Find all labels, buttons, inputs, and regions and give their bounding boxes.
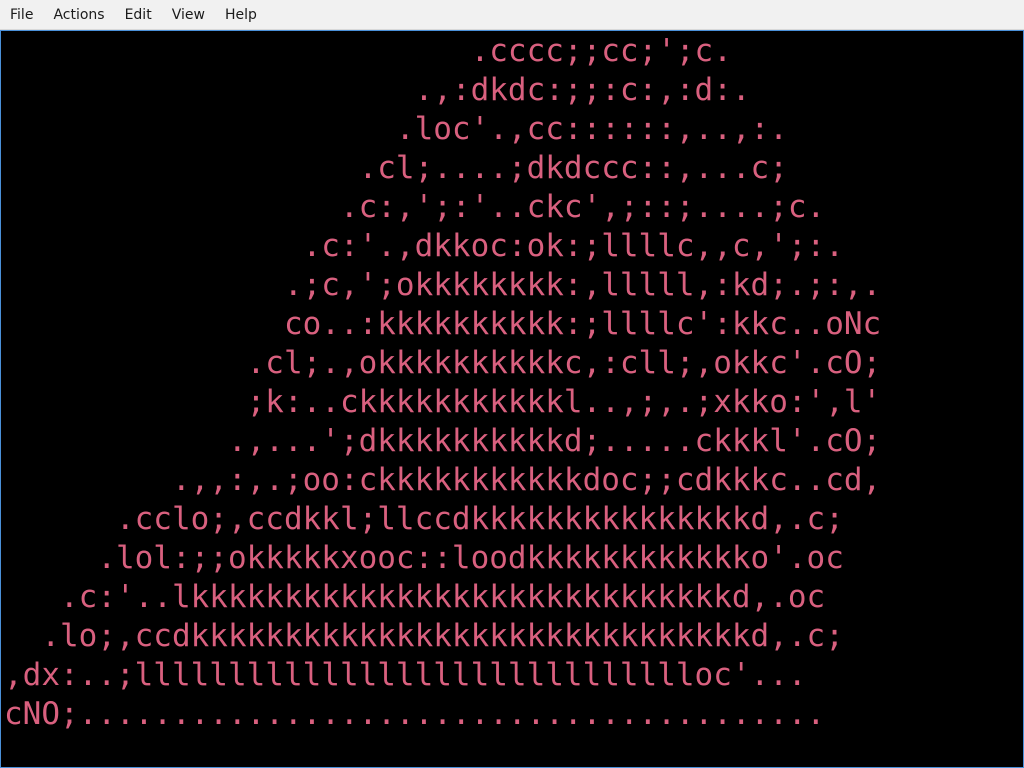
menu-view[interactable]: View: [162, 0, 215, 30]
terminal-line: ;k:..ckkkkkkkkkkkl..,;,.;xkko:',l': [4, 384, 882, 420]
terminal-line: .,:dkdc:;;:c:,:d:.: [4, 72, 751, 108]
terminal-line: .lol:;;okkkkkxooc::loodkkkkkkkkkkkko'.oc: [4, 540, 844, 576]
menu-actions[interactable]: Actions: [43, 0, 114, 30]
terminal-line: co..:kkkkkkkkkk:;llllc':kkc..oNc: [4, 306, 882, 342]
menu-edit[interactable]: Edit: [115, 0, 162, 30]
terminal-line: .cl;.,okkkkkkkkkkc,:cll;,okkc'.cO;: [4, 345, 882, 381]
menu-file[interactable]: File: [0, 0, 43, 30]
menu-help[interactable]: Help: [215, 0, 267, 30]
terminal-line: .loc'.,cc::::::,..,:.: [4, 111, 788, 147]
terminal-line: .cclo;,ccdkkl;llccdkkkkkkkkkkkkkkkd,.c;: [4, 501, 844, 537]
terminal-line: cNO;....................................…: [4, 696, 826, 732]
terminal-line: .c:'..lkkkkkkkkkkkkkkkkkkkkkkkkkkkkkd,.o…: [4, 579, 826, 615]
terminal-output[interactable]: .cccc;;cc;';c. .,:dkdc:;;:c:,:d:. .loc'.…: [0, 30, 1024, 768]
terminal-line: .,...';dkkkkkkkkkkd;.....ckkkl'.cO;: [4, 423, 882, 459]
terminal-line: .,,:,.;oo:ckkkkkkkkkkkdoc;;cdkkkc..cd,: [4, 462, 882, 498]
terminal-line: .c:,';:'..ckc',;::;....;c.: [4, 189, 826, 225]
menu-bar: File Actions Edit View Help: [0, 0, 1024, 30]
terminal-lines: .cccc;;cc;';c. .,:dkdc:;;:c:,:d:. .loc'.…: [1, 31, 1023, 767]
terminal-line: .;c,';okkkkkkkk:,lllll,:kd;.;:,.: [4, 267, 882, 303]
terminal-line: .cl;....;dkdccc::,...c;: [4, 150, 788, 186]
terminal-line: .c:'.,dkkoc:ok:;llllc,,c,';:.: [4, 228, 844, 264]
terminal-line: .lo;,ccdkkkkkkkkkkkkkkkkkkkkkkkkkkkkkkd,…: [4, 618, 844, 654]
terminal-line: ,dx:..;lllllllllllllllllllllllllllllloc'…: [4, 657, 807, 693]
terminal-line: .cccc;;cc;';c.: [4, 33, 732, 69]
